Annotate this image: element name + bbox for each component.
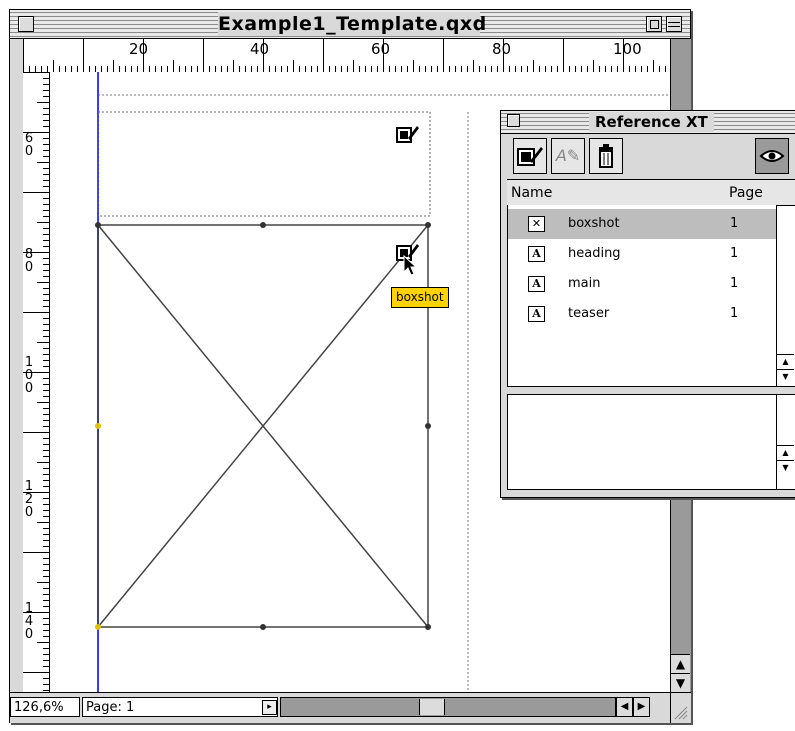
zoom-box-icon[interactable] [646,16,662,32]
list-item[interactable]: A teaser 1 [508,299,776,329]
scroll-up-arrow-icon[interactable]: ▲ [777,445,794,460]
ruler-label-40: 40 [250,40,270,58]
reference-detail-pane[interactable] [507,394,777,490]
horizontal-ruler[interactable]: 20 40 60 80 100 [23,39,670,73]
list-item[interactable]: A heading 1 [508,239,776,269]
reference-tooltip: boxshot [391,287,449,308]
item-name: boxshot [568,216,620,231]
zoom-field[interactable]: 126,6% [10,697,80,717]
heading-text-box [97,111,431,217]
edit-reference-icon: A✎ [555,146,581,165]
ruler-label-60v: 60 [24,131,34,159]
ruler-label-60: 60 [371,40,391,58]
scroll-down-arrow-icon[interactable]: ▼ [777,369,794,384]
ruler-label-140v: 140 [24,601,34,642]
ruler-label-80: 80 [492,40,512,58]
window-title: Example1_Template.qxd [218,12,487,36]
list-scrollbar[interactable]: ▲ ▼ [777,205,795,387]
collapse-box-icon[interactable] [666,16,682,32]
item-name: main [568,276,601,291]
ruler-label-100: 100 [613,40,642,58]
item-page: 1 [730,306,739,321]
eye-icon [759,150,785,162]
reference-marker-icon[interactable] [396,124,420,146]
horizontal-scrollbar[interactable] [280,697,616,717]
palette-titlebar[interactable]: Reference XT [501,111,795,134]
horizontal-ruler-ticks [23,39,666,72]
ruler-label-80v: 80 [24,247,34,275]
list-header: Name Page [507,179,795,207]
list-item[interactable]: ✕ boxshot 1 [508,209,776,239]
show-references-button[interactable] [755,138,789,174]
picture-box-icon: ✕ [528,216,545,232]
vertical-ruler[interactable]: 60 80 100 120 140 [23,72,50,692]
ruler-label-120v: 120 [24,479,34,520]
trash-icon [599,144,613,168]
text-box-icon: A [528,246,545,262]
ruler-label-100v: 100 [24,355,34,396]
page-popup-icon[interactable]: ▸ [262,700,277,715]
insert-reference-button[interactable] [513,138,547,174]
scroll-left-arrow-icon[interactable]: ◀ [616,697,633,717]
scroll-down-arrow-icon[interactable]: ▼ [777,460,794,475]
scroll-right-arrow-icon[interactable]: ▶ [633,697,650,717]
scroll-up-arrow-icon[interactable]: ▲ [777,354,794,369]
status-bar: 126,6% Page: 1 ▸ ◀ ▶ [10,692,691,723]
item-page: 1 [730,216,739,231]
detail-scrollbar[interactable]: ▲ ▼ [777,394,795,490]
item-page: 1 [730,246,739,261]
ruler-origin[interactable] [10,39,23,72]
item-name: teaser [568,306,610,321]
insert-reference-icon [517,147,543,166]
list-item[interactable]: A main 1 [508,269,776,299]
scroll-up-arrow-icon[interactable]: ▲ [671,654,690,673]
ruler-label-20: 20 [129,40,149,58]
resize-grip-icon[interactable] [670,693,691,723]
horizontal-scroll-thumb[interactable] [419,699,445,715]
item-name: heading [568,246,621,261]
mouse-pointer-icon [403,254,419,277]
window-titlebar[interactable]: Example1_Template.qxd [10,10,690,39]
edit-reference-button[interactable]: A✎ [551,138,585,174]
delete-reference-button[interactable] [589,138,623,174]
reference-list: ✕ boxshot 1 A heading 1 A main 1 A tease… [507,205,777,387]
scroll-down-arrow-icon[interactable]: ▼ [671,673,690,692]
page-field[interactable]: Page: 1 [82,697,278,717]
close-box-icon[interactable] [18,16,34,32]
text-box-icon: A [528,306,545,322]
reference-xt-palette: Reference XT A✎ Name Page ✕ boxshot 1 A … [500,110,795,498]
column-header-page[interactable]: Page [729,180,763,206]
text-box-icon: A [528,276,545,292]
palette-title: Reference XT [589,112,714,132]
column-header-name[interactable]: Name [511,180,552,206]
item-page: 1 [730,276,739,291]
palette-close-box-icon[interactable] [507,114,520,127]
